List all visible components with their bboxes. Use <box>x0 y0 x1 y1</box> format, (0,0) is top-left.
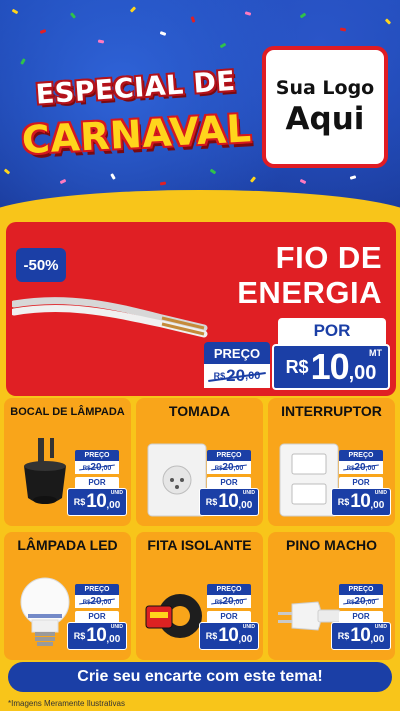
product-card-lampada-led[interactable]: LÂMPADA LED PREÇO R$20,00 POR R$10,00UNI… <box>4 532 131 660</box>
price-tag: PREÇO R$20,00 POR R$10,00UNID <box>199 450 259 520</box>
por-label: POR <box>278 318 386 344</box>
logo-placeholder[interactable]: Sua Logo Aqui <box>262 46 388 168</box>
product-grid: BOCAL DE LÂMPADA PREÇO R$20,00 POR R$10,… <box>4 398 396 660</box>
preco-label: PREÇO <box>204 342 270 364</box>
create-flyer-button[interactable]: Crie seu encarte com este tema! <box>8 662 392 692</box>
header-banner: ESPECIAL DE CARNAVAL Sua Logo Aqui <box>0 0 400 215</box>
product-name: FITA ISOLANTE <box>147 537 252 553</box>
unit-label: MT <box>369 348 382 358</box>
logo-text-line-1: Sua Logo <box>275 77 375 99</box>
product-name: BOCAL DE LÂMPADA <box>10 406 125 418</box>
cable-icon <box>12 297 208 338</box>
featured-offer-card[interactable]: -50% FIO DE ENERGIA POR PREÇO R$20,00 R$… <box>6 222 396 396</box>
offers-section: -50% FIO DE ENERGIA POR PREÇO R$20,00 R$… <box>0 210 400 711</box>
featured-product-title: FIO DE ENERGIA <box>237 240 382 310</box>
featured-price-tag: POR PREÇO R$20,00 R$10,00 MT <box>204 318 390 390</box>
logo-text-line-2: Aqui <box>285 101 365 137</box>
title-line-2: CARNAVAL <box>20 106 253 163</box>
product-card-interruptor[interactable]: INTERRUPTOR PREÇO R$20,00 POR R$10,00UNI… <box>268 398 395 526</box>
price-tag: PREÇO R$20,00 POR R$10,00UNID <box>67 450 127 520</box>
price-tag: PREÇO R$20,00 POR R$10,00UNID <box>331 450 391 520</box>
product-card-pino-macho[interactable]: PINO MACHO PREÇO R$20,00 POR R$10,00UNID <box>268 532 395 660</box>
product-card-bocal[interactable]: BOCAL DE LÂMPADA PREÇO R$20,00 POR R$10,… <box>4 398 131 526</box>
product-name: INTERRUPTOR <box>281 403 382 419</box>
campaign-title: ESPECIAL DE CARNAVAL <box>14 66 254 167</box>
old-price: R$20,00 <box>204 364 270 388</box>
footer-disclaimer: *Imagens Meramente Ilustrativas <box>0 696 400 711</box>
product-card-fita-isolante[interactable]: FITA ISOLANTE PREÇO R$20,00 POR R$10,00U… <box>136 532 263 660</box>
discount-badge: -50% <box>16 248 66 282</box>
product-name: PINO MACHO <box>286 537 377 553</box>
price-tag: PREÇO R$20,00 POR R$10,00UNID <box>67 584 127 654</box>
product-name: LÂMPADA LED <box>17 537 118 553</box>
product-name: TOMADA <box>168 403 231 419</box>
product-card-tomada[interactable]: TOMADA PREÇO R$20,00 POR R$10,00UNID <box>136 398 263 526</box>
price-tag: PREÇO R$20,00 POR R$10,00UNID <box>331 584 391 654</box>
new-price: R$ 10,00 MT <box>272 344 390 390</box>
price-tag: PREÇO R$20,00 POR R$10,00UNID <box>199 584 259 654</box>
